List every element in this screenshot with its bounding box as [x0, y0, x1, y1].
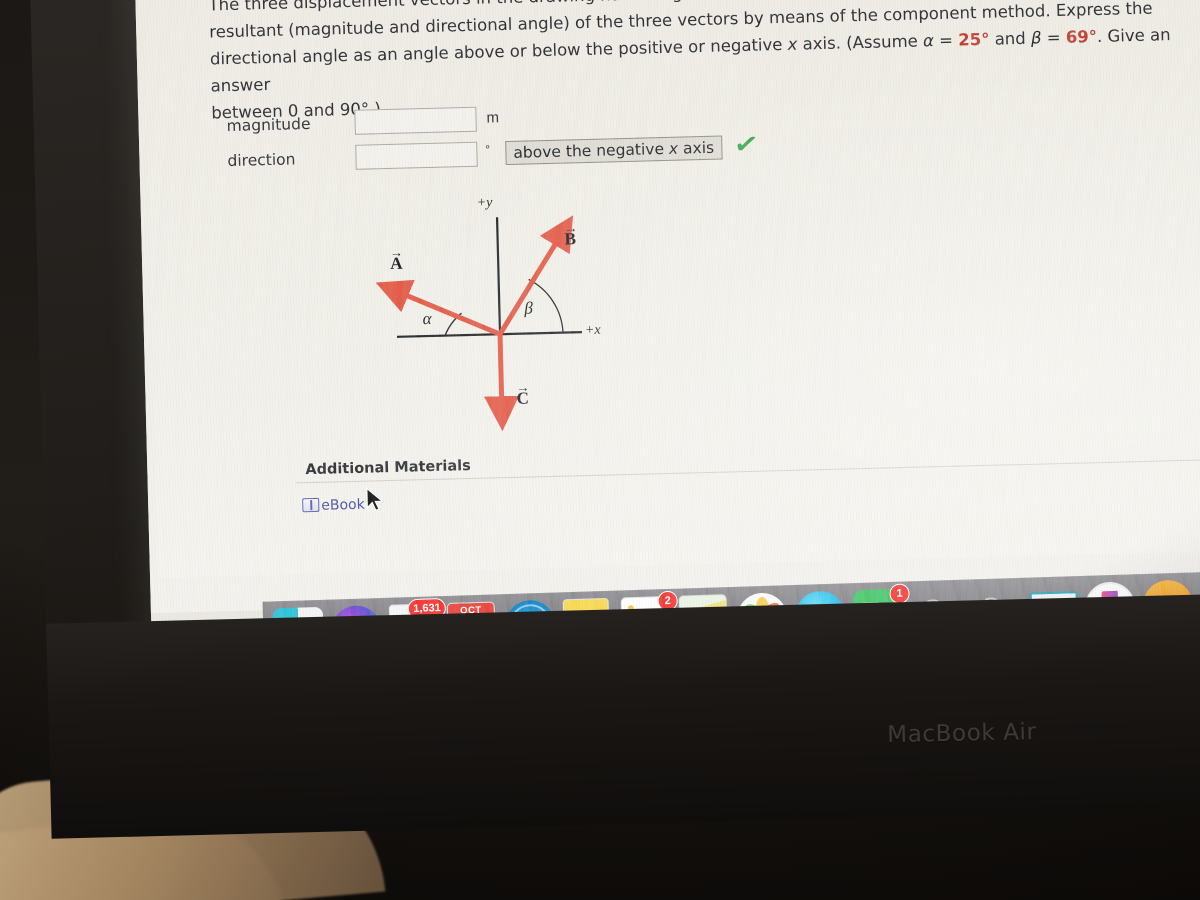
axis-label-y: +y: [476, 195, 493, 211]
question-card: The three displacement vectors in the dr…: [143, 0, 1200, 578]
magnitude-input[interactable]: [354, 106, 477, 135]
angle-label-alpha: α: [422, 308, 432, 329]
magnitude-unit: m: [486, 109, 500, 127]
direction-unit-degrees: °: [485, 142, 491, 157]
homework-page: NOTES ASK YOUR TEACHER The three displac…: [134, 0, 1200, 614]
x-axis: [397, 331, 583, 338]
check-icon: ✓: [731, 127, 761, 161]
vector-label-B: → B: [564, 220, 578, 249]
axis-label-x: +x: [584, 322, 601, 339]
direction-label: direction: [227, 150, 296, 171]
value-beta: 69°: [1065, 27, 1098, 47]
question-text: The three displacement vectors in the dr…: [208, 0, 1200, 126]
facetime-badge: 1: [889, 583, 910, 604]
angle-label-beta: β: [524, 298, 534, 318]
laptop-screen: ep we e o [ 9 6 3 NOTES ASK YOUR TEACHER: [134, 0, 1200, 654]
direction-option-select[interactable]: above the negative x axis: [505, 135, 723, 166]
device-brand-label: MacBook Air: [887, 719, 1037, 749]
beta-arc: [528, 278, 564, 333]
vector-label-C: → C: [516, 379, 530, 408]
direction-input[interactable]: [355, 141, 478, 170]
vector-C-arrow: [484, 334, 520, 432]
value-alpha: 25°: [957, 29, 990, 50]
book-icon: [302, 497, 320, 513]
ebook-link[interactable]: eBook: [321, 497, 365, 514]
additional-materials-title: Additional Materials: [305, 458, 471, 479]
magnitude-label: magnitude: [226, 114, 311, 136]
vector-B-arrow: [497, 215, 574, 336]
vector-diagram-svg: [375, 215, 583, 432]
vector-A-arrow: [375, 279, 501, 337]
vector-label-A: → A: [389, 244, 404, 273]
vector-diagram: +y +x → A → B → C α β: [364, 195, 650, 438]
laptop-bottom-bezel: [46, 592, 1200, 839]
screenshot-root: ep we e o [ 9 6 3 NOTES ASK YOUR TEACHER: [0, 0, 1200, 900]
laptop-device: ep we e o [ 9 6 3 NOTES ASK YOUR TEACHER: [30, 0, 1200, 844]
